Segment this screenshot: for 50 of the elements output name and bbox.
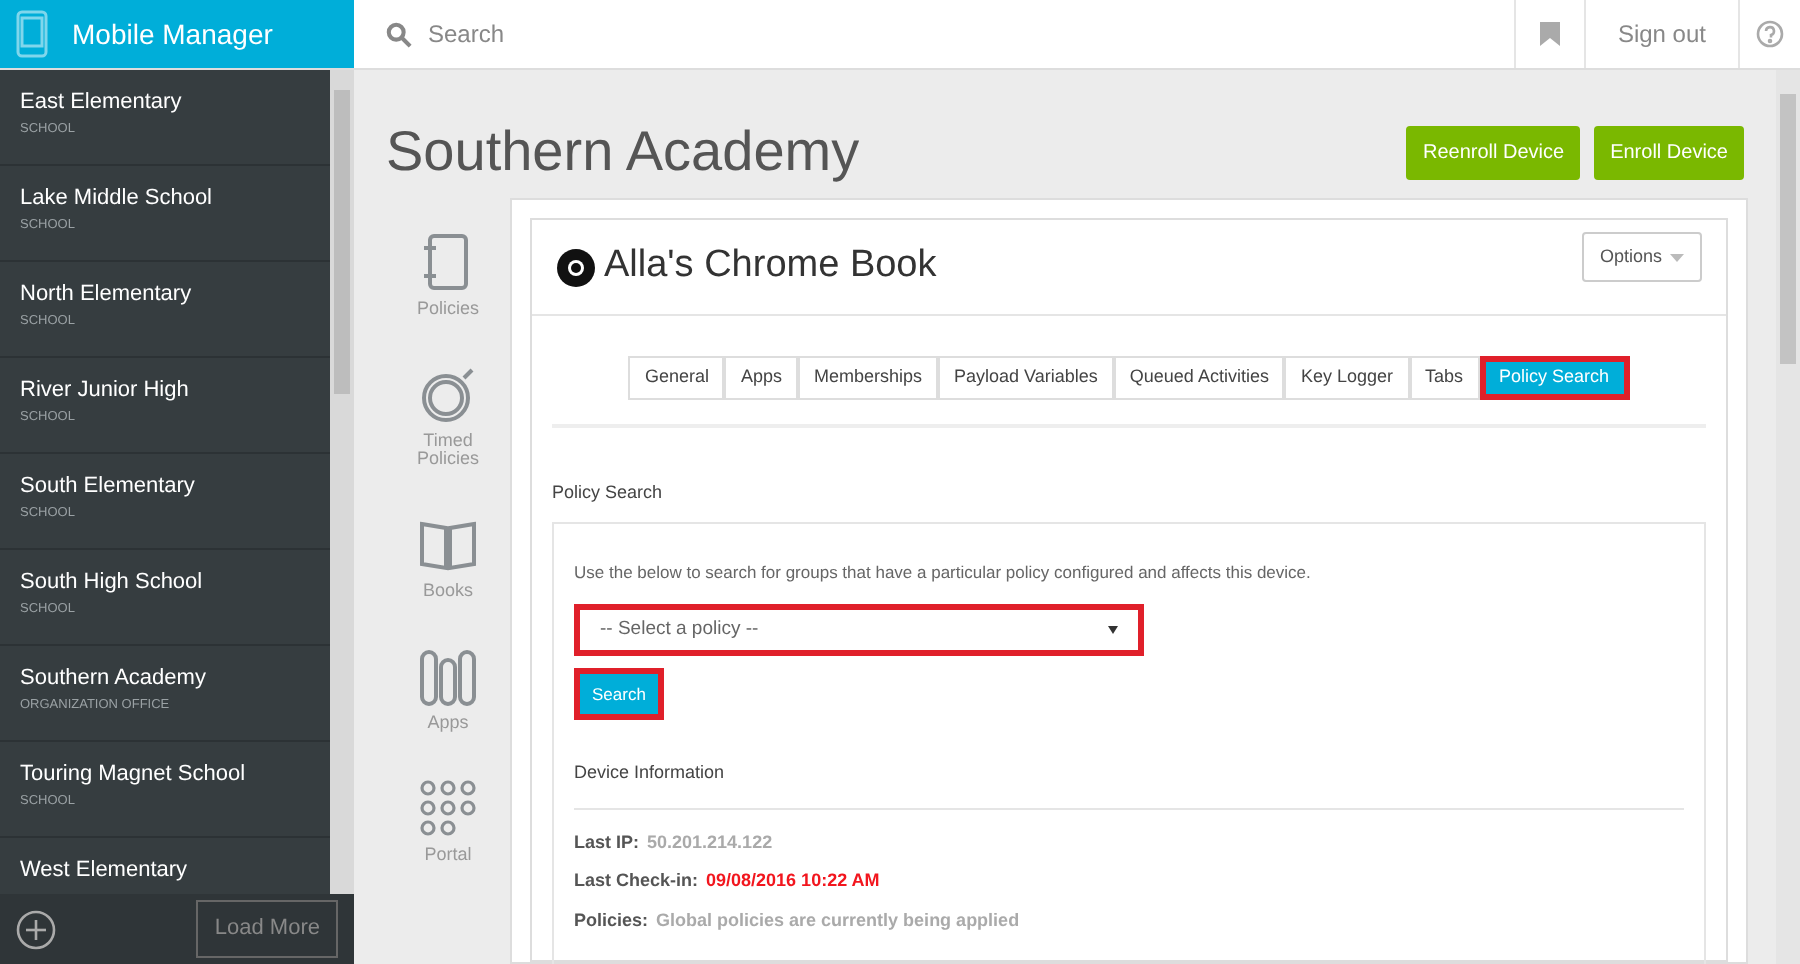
school-name: South Elementary — [20, 472, 197, 500]
tablet-icon — [16, 10, 48, 58]
select-placeholder: -- Select a policy -- — [600, 616, 759, 645]
tab[interactable]: General — [628, 356, 725, 400]
bookmark-icon[interactable] — [1539, 22, 1560, 46]
page-title: Southern Academy — [386, 118, 860, 186]
field-label: Last Check-in: — [574, 868, 699, 895]
app-title: Mobile Manager — [72, 15, 273, 54]
nav-label: Portal — [422, 846, 474, 864]
tab[interactable]: Apps — [724, 356, 798, 400]
field-label: Policies: — [574, 907, 649, 934]
options-dropdown[interactable]: Options — [1581, 231, 1702, 283]
policy-select[interactable]: -- Select a policy -- — [574, 604, 1144, 657]
school-name: Touring Magnet School — [20, 760, 248, 788]
scrollbar[interactable] — [330, 70, 354, 894]
device-name: Alla's Chrome Book — [604, 242, 937, 291]
nav-label: Books — [420, 582, 475, 600]
school-name: Lake Middle School — [20, 184, 215, 212]
nav-label: Timed Policies — [414, 432, 481, 468]
grid-dots-icon — [418, 776, 478, 840]
add-icon[interactable] — [16, 909, 56, 949]
nav-label: Policies — [414, 300, 481, 318]
tools-icon — [418, 644, 478, 708]
school-name: West Elementary — [20, 856, 190, 884]
school-name: North Elementary — [20, 280, 194, 308]
nav-label: Apps — [425, 714, 471, 732]
field-label: Last IP: — [574, 829, 640, 856]
school-name: East Elementary — [20, 88, 184, 116]
section-heading: Device Information — [574, 760, 1684, 810]
scrollbar[interactable] — [1776, 70, 1800, 964]
caret-icon — [1670, 253, 1684, 261]
search-field[interactable]: Search — [428, 16, 1028, 52]
tab[interactable]: Payload Variables — [938, 356, 1114, 400]
sign-out-link[interactable]: Sign out — [1583, 0, 1738, 68]
field-value: 50.201.214.122 — [647, 829, 773, 856]
tab[interactable]: Memberships — [797, 356, 939, 400]
load-more-button[interactable]: Load More — [196, 900, 338, 958]
tab[interactable]: Key Logger — [1284, 356, 1409, 400]
help-icon[interactable] — [1756, 20, 1784, 48]
school-name: River Junior High — [20, 376, 191, 404]
tab[interactable]: Tabs — [1409, 356, 1480, 400]
section-heading: Policy Search — [552, 480, 665, 506]
field-value: 09/08/2016 10:22 AM — [706, 868, 880, 895]
field-value: Global policies are currently being applied — [656, 907, 1020, 934]
tab[interactable]: Queued Activities — [1113, 356, 1285, 400]
school-name: Southern Academy — [20, 664, 208, 692]
description-text: Use the below to search for groups that have a particular policy configured and affects this device. — [574, 559, 1313, 585]
search-icon — [386, 21, 412, 47]
caret-icon — [1108, 626, 1118, 635]
school-name: South High School — [20, 568, 205, 596]
